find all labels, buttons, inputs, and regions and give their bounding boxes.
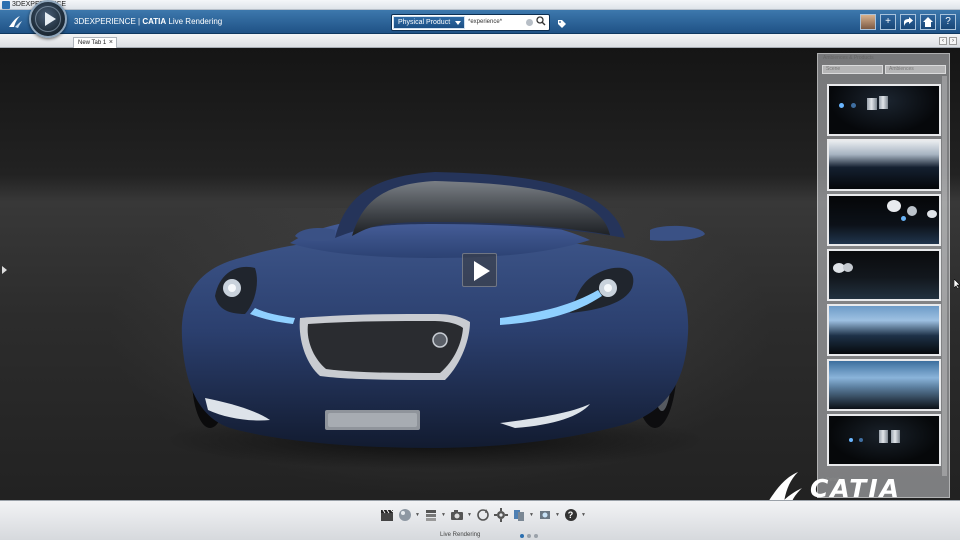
- tab-next-icon[interactable]: ›: [949, 37, 957, 45]
- search-scope-dropdown[interactable]: Physical Product: [393, 16, 465, 29]
- search-input[interactable]: *experience*: [468, 17, 502, 28]
- catia-logo: CATIA: [764, 466, 934, 500]
- tab-label: New Tab 1: [78, 40, 107, 46]
- pager-dot[interactable]: [534, 534, 538, 538]
- ds-logo-icon: [769, 472, 802, 500]
- panel-title: Ambiences & Products: [823, 55, 874, 61]
- close-icon[interactable]: ×: [109, 38, 113, 48]
- pager-dot[interactable]: [527, 534, 531, 538]
- ambience-thumbnail[interactable]: [827, 139, 941, 191]
- user-avatar[interactable]: [860, 14, 876, 30]
- tab-new-tab-1[interactable]: New Tab 1 ×: [73, 37, 117, 48]
- ambience-thumbnail[interactable]: [827, 359, 941, 411]
- car-model[interactable]: [170, 118, 710, 478]
- cursor-icon: [953, 276, 960, 290]
- chevron-down-icon[interactable]: ▼: [555, 508, 560, 523]
- chevron-down-icon[interactable]: ▼: [529, 508, 534, 523]
- play-icon: [45, 12, 56, 26]
- help-icon-label: ?: [567, 509, 574, 520]
- library-icon[interactable]: [511, 508, 526, 523]
- clapperboard-icon[interactable]: [379, 508, 394, 523]
- expand-left-icon[interactable]: [2, 266, 7, 274]
- add-button[interactable]: +: [880, 14, 896, 30]
- camera-icon[interactable]: [449, 508, 464, 523]
- app-title: 3DEXPERIENCE | CATIA Live Rendering: [74, 15, 222, 29]
- video-play-button[interactable]: [462, 253, 497, 287]
- help-icon[interactable]: ?: [563, 508, 578, 523]
- ambience-thumbnail[interactable]: [827, 414, 941, 466]
- layers-icon[interactable]: [423, 508, 438, 523]
- panel-tabs: Scene Ambiences: [822, 65, 946, 74]
- gear-icon[interactable]: [493, 508, 508, 523]
- panel-tab-ambiences[interactable]: Ambiences: [885, 65, 946, 74]
- search-icon[interactable]: [536, 16, 546, 30]
- ambience-sphere-icon[interactable]: [397, 508, 412, 523]
- top-toolbar: 3DEXPERIENCE | CATIA Live Rendering Phys…: [0, 10, 960, 34]
- search-scope-label: Physical Product: [398, 19, 451, 26]
- action-bar-section-label[interactable]: Live Rendering: [440, 532, 480, 538]
- tab-nav: ‹ ›: [939, 37, 957, 45]
- 3d-viewport[interactable]: Ambiences & Products Scene Ambiences Det…: [0, 48, 960, 500]
- brand-suffix: Live Rendering: [166, 17, 223, 26]
- brand-prefix: 3DEXPERIENCE |: [74, 17, 143, 26]
- chevron-down-icon[interactable]: ▼: [467, 508, 472, 523]
- clear-icon[interactable]: [526, 19, 533, 26]
- panel-tab-scene[interactable]: Scene: [822, 65, 883, 74]
- chevron-down-icon[interactable]: ▼: [581, 508, 586, 523]
- panel-scrollbar[interactable]: [942, 76, 947, 476]
- chevron-down-icon[interactable]: ▼: [415, 508, 420, 523]
- top-right-actions: + ?: [860, 14, 956, 30]
- action-bar-tools: ▼ ▼ ▼ ▼ ▼ ? ▼: [379, 507, 586, 523]
- ambience-thumbnail[interactable]: [827, 249, 941, 301]
- tab-bar: New Tab 1 × ‹ ›: [0, 34, 960, 48]
- section-pager: [520, 534, 538, 538]
- app-window: 3DEXPERIENCE 3DEXPERIENCE | CATIA Live R…: [0, 0, 960, 540]
- home-button[interactable]: [920, 14, 936, 30]
- tag-icon[interactable]: [557, 16, 567, 28]
- search-bar[interactable]: Physical Product *experience*: [391, 14, 550, 31]
- play-icon: [474, 261, 490, 281]
- rotate-icon[interactable]: [475, 508, 490, 523]
- window-title-bar: 3DEXPERIENCE: [0, 0, 960, 10]
- ambience-thumbnails: [827, 84, 941, 469]
- app-icon: [2, 1, 10, 9]
- chevron-down-icon: [455, 21, 461, 25]
- brand-app: CATIA: [142, 17, 167, 26]
- ambience-thumbnail[interactable]: [827, 304, 941, 356]
- help-button[interactable]: ?: [940, 14, 956, 30]
- render-icon[interactable]: [537, 508, 552, 523]
- ds-logo-icon[interactable]: [6, 14, 24, 30]
- chevron-down-icon[interactable]: ▼: [441, 508, 446, 523]
- share-button[interactable]: [900, 14, 916, 30]
- tab-prev-icon[interactable]: ‹: [939, 37, 947, 45]
- catia-wordmark: CATIA: [810, 474, 902, 500]
- ambience-thumbnail[interactable]: [827, 194, 941, 246]
- action-bar: ▼ ▼ ▼ ▼ ▼ ? ▼ Live Rendering: [0, 500, 960, 540]
- compass-play-button[interactable]: [29, 0, 67, 38]
- pager-dot[interactable]: [520, 534, 524, 538]
- ambiences-panel: Ambiences & Products Scene Ambiences Det…: [817, 53, 950, 498]
- ambience-thumbnail[interactable]: [827, 84, 941, 136]
